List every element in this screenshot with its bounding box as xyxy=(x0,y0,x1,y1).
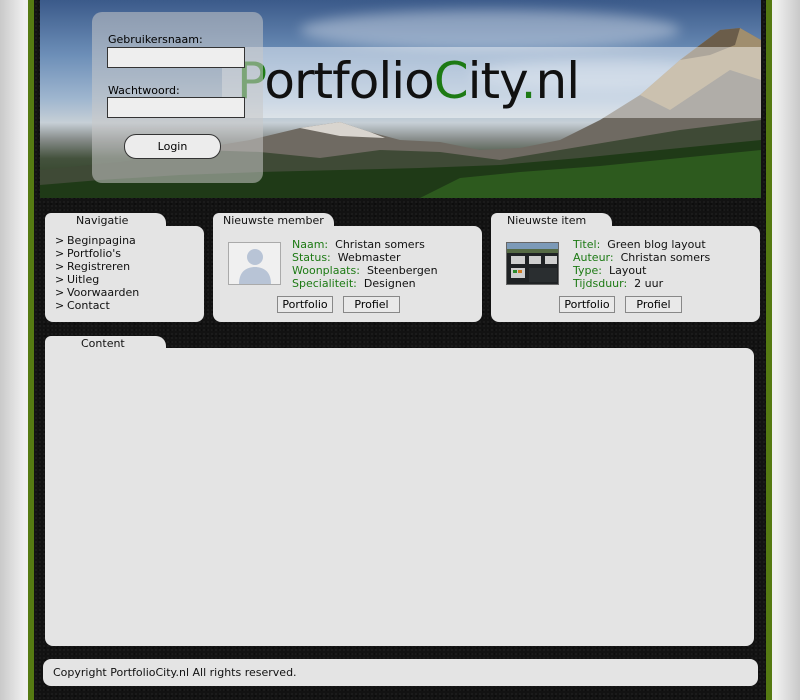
member-portfolio-button[interactable]: Portfolio xyxy=(277,296,333,313)
member-woonplaats-row: Woonplaats: Steenbergen xyxy=(292,264,438,277)
login-form: Gebruikersnaam: Wachtwoord: Login xyxy=(92,12,263,183)
nav-item-beginpagina[interactable]: > Beginpagina xyxy=(55,234,139,247)
navigation-panel: > Beginpagina > Portfolio's > Registreren >… xyxy=(45,226,204,322)
password-input[interactable] xyxy=(107,97,245,118)
item-duration-row: Tijdsduur: 2 uur xyxy=(573,277,664,290)
member-profile-button[interactable]: Profiel xyxy=(343,296,400,313)
member-name-row: Naam: Christan somers xyxy=(292,238,425,251)
member-status-row: Status: Webmaster xyxy=(292,251,401,264)
username-label: Gebruikersnaam: xyxy=(108,33,203,46)
item-profile-button[interactable]: Profiel xyxy=(625,296,682,313)
header-banner: PortfolioCity.nl Gebruikersnaam: Wachtwo… xyxy=(40,0,761,198)
nav-item-uitleg[interactable]: > Uitleg xyxy=(55,273,139,286)
content-panel xyxy=(45,348,754,646)
nav-item-portfolios[interactable]: > Portfolio's xyxy=(55,247,139,260)
member-specialiteit-row: Specialiteit: Designen xyxy=(292,277,416,290)
login-button[interactable]: Login xyxy=(124,134,221,159)
newest-member-panel: Naam: Christan somers Status: Webmaster … xyxy=(213,226,482,322)
nav-item-registreren[interactable]: > Registreren xyxy=(55,260,139,273)
item-portfolio-button[interactable]: Portfolio xyxy=(559,296,615,313)
site-logo[interactable]: PortfolioCity.nl xyxy=(237,52,580,110)
password-label: Wachtwoord: xyxy=(108,84,180,97)
nav-item-voorwaarden[interactable]: > Voorwaarden xyxy=(55,286,139,299)
item-type-row: Type: Layout xyxy=(573,264,647,277)
user-silhouette-icon[interactable] xyxy=(228,242,281,285)
nav-item-contact[interactable]: > Contact xyxy=(55,299,139,312)
item-author-row: Auteur: Christan somers xyxy=(573,251,711,264)
footer-copyright: Copyright PortfolioCity.nl All rights re… xyxy=(53,666,297,679)
username-input[interactable] xyxy=(107,47,245,68)
newest-item-panel: Titel: Green blog layout Auteur: Christa… xyxy=(491,226,760,322)
item-thumbnail[interactable] xyxy=(506,242,559,285)
footer: Copyright PortfolioCity.nl All rights re… xyxy=(43,659,758,686)
item-title-row: Titel: Green blog layout xyxy=(573,238,706,251)
